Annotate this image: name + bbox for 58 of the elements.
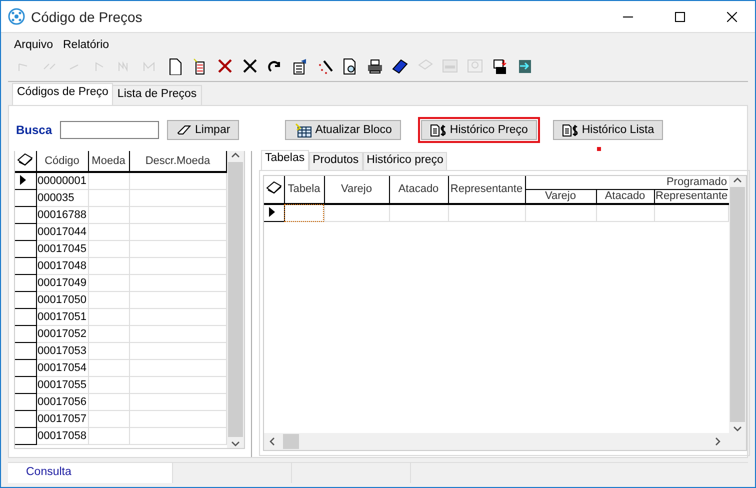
scroll-down-icon[interactable] bbox=[732, 424, 742, 433]
table-cell: 00017053 bbox=[36, 342, 88, 360]
window-title: Código de Preços bbox=[31, 8, 144, 24]
table-cell: 00000001 bbox=[36, 172, 88, 190]
document-dollar-icon bbox=[562, 124, 579, 136]
action-button[interactable]: Atualizar Bloco bbox=[285, 120, 401, 140]
clear-button[interactable]: Limpar bbox=[167, 120, 240, 140]
scrollbar-thumb[interactable] bbox=[228, 162, 243, 437]
app-icon bbox=[8, 8, 25, 25]
column-header[interactable]: Código bbox=[36, 151, 88, 172]
table-cell: 00017054 bbox=[36, 360, 88, 376]
scrollbar-thumb[interactable] bbox=[283, 434, 299, 449]
status-text: Consulta bbox=[8, 463, 173, 483]
column-group-header: Programado bbox=[525, 176, 728, 190]
menu-item[interactable]: Relatório bbox=[63, 39, 110, 51]
column-header[interactable]: Representante bbox=[448, 176, 525, 204]
menu-item[interactable]: Arquivo bbox=[14, 39, 53, 51]
table-cell: 00017057 bbox=[36, 410, 88, 428]
table-cell: 00017056 bbox=[36, 394, 88, 410]
column-header[interactable]: Atacado bbox=[389, 176, 448, 204]
scroll-up-icon[interactable] bbox=[732, 176, 742, 185]
column-header[interactable]: Moeda bbox=[88, 151, 129, 172]
action-button[interactable]: Histórico Lista bbox=[552, 120, 664, 140]
tab[interactable]: Tabelas bbox=[261, 150, 309, 170]
table-icon bbox=[294, 122, 312, 138]
table-cell: 00017049 bbox=[36, 274, 88, 292]
close-icon[interactable] bbox=[727, 12, 737, 22]
tab[interactable]: Histórico preço bbox=[362, 152, 448, 170]
scroll-up-icon[interactable] bbox=[231, 151, 240, 160]
maximize-icon[interactable] bbox=[675, 12, 685, 22]
table-cell: 00017052 bbox=[36, 326, 88, 342]
column-header[interactable]: Tabela bbox=[284, 176, 324, 204]
tab[interactable]: Lista de Preços bbox=[112, 85, 202, 105]
scrollbar-thumb[interactable] bbox=[730, 187, 744, 422]
scroll-left-icon[interactable] bbox=[268, 437, 277, 446]
column-header[interactable]: Atacado bbox=[596, 190, 654, 204]
tab[interactable]: Produtos bbox=[308, 152, 363, 170]
document-dollar-icon bbox=[430, 124, 447, 136]
scroll-down-icon[interactable] bbox=[231, 439, 240, 448]
scroll-right-icon[interactable] bbox=[712, 437, 722, 446]
column-header[interactable]: Varejo bbox=[324, 176, 389, 204]
table-cell: 00017048 bbox=[36, 258, 88, 274]
table-cell: 00016788 bbox=[36, 206, 88, 224]
column-header[interactable]: Varejo bbox=[525, 190, 596, 204]
eraser-icon bbox=[176, 124, 192, 136]
table-cell: 00017045 bbox=[36, 240, 88, 258]
table-cell[interactable] bbox=[284, 204, 324, 222]
table-cell: 00017058 bbox=[36, 428, 88, 444]
table-cell: 00017051 bbox=[36, 308, 88, 326]
table-cell: 00017050 bbox=[36, 292, 88, 308]
search-label: Busca bbox=[16, 123, 52, 137]
table-cell: 000035 bbox=[36, 190, 88, 206]
action-button[interactable]: Histórico Preço bbox=[420, 120, 537, 140]
table-cell: 00017055 bbox=[36, 376, 88, 394]
table-cell: 00017044 bbox=[36, 224, 88, 240]
row-pointer-icon bbox=[269, 206, 275, 216]
tab[interactable]: Códigos de Preço bbox=[12, 83, 114, 105]
search-field[interactable] bbox=[60, 121, 160, 139]
